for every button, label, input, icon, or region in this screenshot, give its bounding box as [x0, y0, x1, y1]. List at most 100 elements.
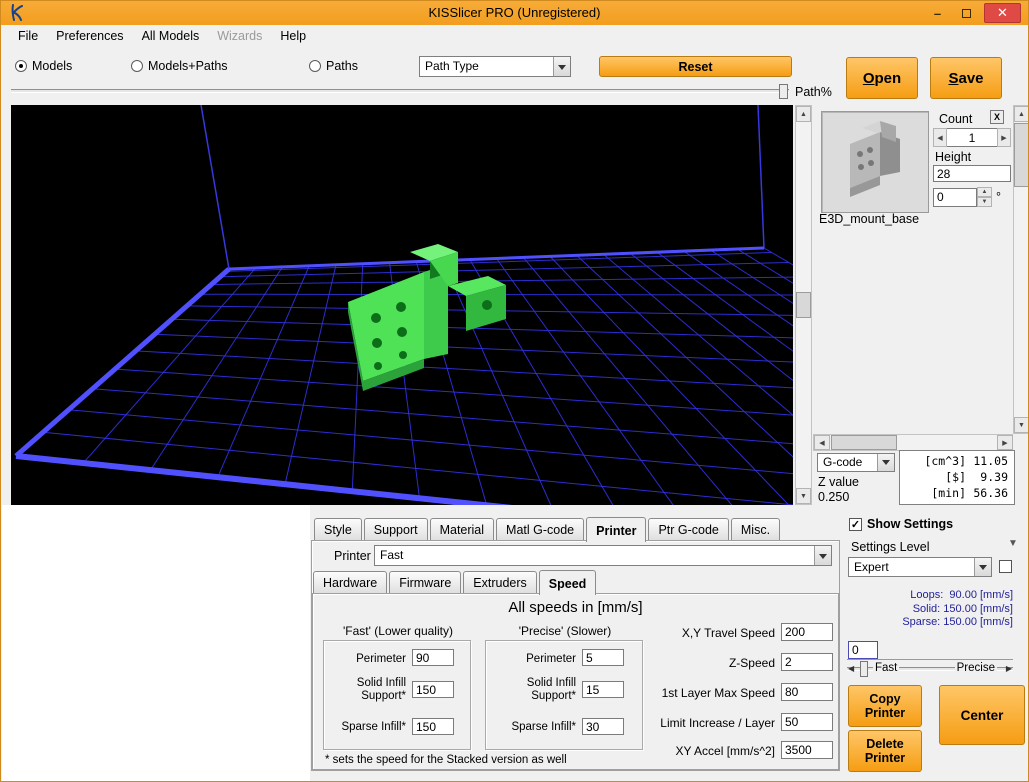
xy-travel-speed-input[interactable] — [781, 623, 833, 641]
stat-volume-label: [cm^3] — [906, 453, 966, 469]
panel-scroll-right-icon[interactable]: ▶ — [997, 435, 1013, 450]
slider-right-icon[interactable]: ▶ — [1006, 664, 1012, 673]
stat-time-value: 56.36 — [966, 485, 1008, 501]
printer-dropdown[interactable]: Fast — [374, 545, 832, 566]
count-increment-icon[interactable]: ▶ — [997, 128, 1011, 147]
models-panel-vertical-scrollbar[interactable]: ▲ ▼ — [1013, 105, 1029, 434]
radio-models-paths[interactable]: Models+Paths — [131, 59, 228, 73]
model-name-label: E3D_mount_base — [819, 212, 919, 226]
reset-button[interactable]: Reset — [599, 56, 792, 77]
path-percent-label: Path% — [795, 85, 832, 99]
show-settings-label: Show Settings — [867, 517, 953, 531]
menu-preferences[interactable]: Preferences — [47, 26, 132, 46]
z-speed-input[interactable] — [781, 653, 833, 671]
panel-hscrollbar-thumb[interactable] — [831, 435, 897, 450]
rotation-up-icon[interactable]: ▲ — [977, 187, 992, 197]
path-percent-slider[interactable] — [11, 84, 789, 99]
chevron-down-icon[interactable] — [553, 57, 570, 76]
fast-precise-slider-handle[interactable] — [860, 661, 868, 677]
fast-solid-infill-input[interactable] — [412, 681, 454, 698]
count-input[interactable] — [947, 128, 997, 147]
xy-accel-input[interactable] — [781, 741, 833, 759]
center-button-label: Center — [961, 708, 1004, 723]
rotation-down-icon[interactable]: ▼ — [977, 197, 992, 207]
save-button[interactable]: Save — [930, 57, 1002, 99]
rotation-input[interactable] — [933, 188, 977, 207]
titlebar[interactable]: KISSlicer PRO (Unregistered) – ✕ — [1, 1, 1028, 25]
window-title: KISSlicer PRO (Unregistered) — [1, 5, 1028, 20]
viewport-vertical-scrollbar[interactable]: ▲ ▼ — [795, 105, 812, 505]
path-type-dropdown[interactable]: Path Type — [419, 56, 571, 77]
fast-sparse-infill-input[interactable] — [412, 718, 454, 735]
model-thumbnail[interactable] — [821, 111, 929, 213]
viewport-scrollbar-thumb[interactable] — [796, 292, 811, 318]
tab-matl-gcode[interactable]: Matl G-code — [496, 518, 584, 541]
xy-accel-label: XY Accel [mm/s^2] — [563, 745, 775, 758]
settings-level-checkbox[interactable] — [999, 560, 1012, 573]
bottom-left-canvas — [2, 505, 310, 782]
show-settings-check-icon: ✓ — [849, 518, 862, 531]
radio-models[interactable]: Models — [15, 59, 72, 73]
panel-scroll-down-icon[interactable]: ▼ — [1014, 417, 1029, 433]
subtab-speed[interactable]: Speed — [539, 570, 597, 595]
scroll-up-icon[interactable]: ▲ — [796, 106, 811, 122]
gcode-chevron-down-icon[interactable] — [877, 454, 894, 471]
tab-misc[interactable]: Misc. — [731, 518, 780, 541]
save-button-label: Save — [931, 70, 1001, 87]
path-percent-slider-track[interactable] — [11, 89, 789, 93]
menu-file[interactable]: File — [9, 26, 47, 46]
settings-level-chevron-down-icon[interactable] — [974, 558, 991, 576]
maximize-button[interactable] — [953, 3, 980, 23]
panel-scrollbar-thumb[interactable] — [1014, 123, 1029, 187]
fast-perimeter-input[interactable] — [412, 649, 454, 666]
delete-printer-button[interactable]: Delete Printer — [848, 730, 922, 772]
tab-style[interactable]: Style — [314, 518, 362, 541]
tab-ptr-gcode[interactable]: Ptr G-code — [648, 518, 728, 541]
subtab-firmware[interactable]: Firmware — [389, 571, 461, 594]
menu-help[interactable]: Help — [271, 26, 315, 46]
height-input[interactable] — [933, 165, 1011, 182]
count-decrement-icon[interactable]: ◀ — [933, 128, 947, 147]
panel-scroll-left-icon[interactable]: ◀ — [814, 435, 830, 450]
radio-paths[interactable]: Paths — [309, 59, 358, 73]
z-speed-label: Z-Speed — [563, 657, 775, 670]
subtab-extruders[interactable]: Extruders — [463, 571, 537, 594]
center-button[interactable]: Center — [939, 685, 1025, 745]
tab-printer[interactable]: Printer — [586, 517, 646, 542]
viewport-3d-scene[interactable] — [11, 105, 793, 505]
minimize-button[interactable]: – — [924, 3, 951, 23]
path-percent-slider-handle[interactable] — [779, 84, 788, 99]
slider-left-icon[interactable]: ◀ — [848, 664, 854, 673]
remove-model-button[interactable]: X — [990, 110, 1004, 124]
speed-readout: Loops: 90.00 [mm/s] Solid: 150.00 [mm/s]… — [847, 589, 1013, 630]
show-settings-checkbox[interactable]: ✓ Show Settings — [849, 517, 953, 531]
radio-models-label: Models — [32, 59, 72, 73]
scroll-down-icon[interactable]: ▼ — [796, 488, 811, 504]
fast-precise-slider[interactable]: ◀ Fast Precise ▶ — [847, 659, 1013, 677]
open-button[interactable]: Open — [846, 57, 918, 99]
printer-chevron-down-icon[interactable] — [814, 546, 831, 565]
panel-collapse-icon[interactable]: ▼ — [1008, 538, 1018, 549]
radio-paths-label: Paths — [326, 59, 358, 73]
menu-wizards: Wizards — [208, 26, 271, 46]
copy-printer-button[interactable]: Copy Printer — [848, 685, 922, 727]
settings-level-dropdown[interactable]: Expert — [848, 557, 992, 577]
close-button[interactable]: ✕ — [984, 3, 1021, 23]
stat-cost-label: [$] — [906, 469, 966, 485]
tab-support[interactable]: Support — [364, 518, 428, 541]
tab-material[interactable]: Material — [430, 518, 494, 541]
gcode-dropdown[interactable]: G-code — [817, 453, 895, 472]
panel-scroll-up-icon[interactable]: ▲ — [1014, 106, 1029, 122]
viewport-3d[interactable] — [11, 105, 793, 505]
count-stepper: ◀ ▶ — [933, 128, 1011, 147]
subtab-hardware[interactable]: Hardware — [313, 571, 387, 594]
radio-paths-dot — [309, 60, 321, 72]
stat-time: [min] 56.36 — [906, 485, 1008, 501]
models-panel-horizontal-scrollbar[interactable]: ◀ ▶ — [813, 434, 1013, 451]
fast-precise-value-input[interactable] — [848, 641, 878, 659]
first-layer-max-speed-input[interactable] — [781, 683, 833, 701]
height-label: Height — [935, 150, 971, 164]
limit-increase-input[interactable] — [781, 713, 833, 731]
delete-printer-label: Delete Printer — [858, 737, 912, 765]
menu-all-models[interactable]: All Models — [133, 26, 209, 46]
